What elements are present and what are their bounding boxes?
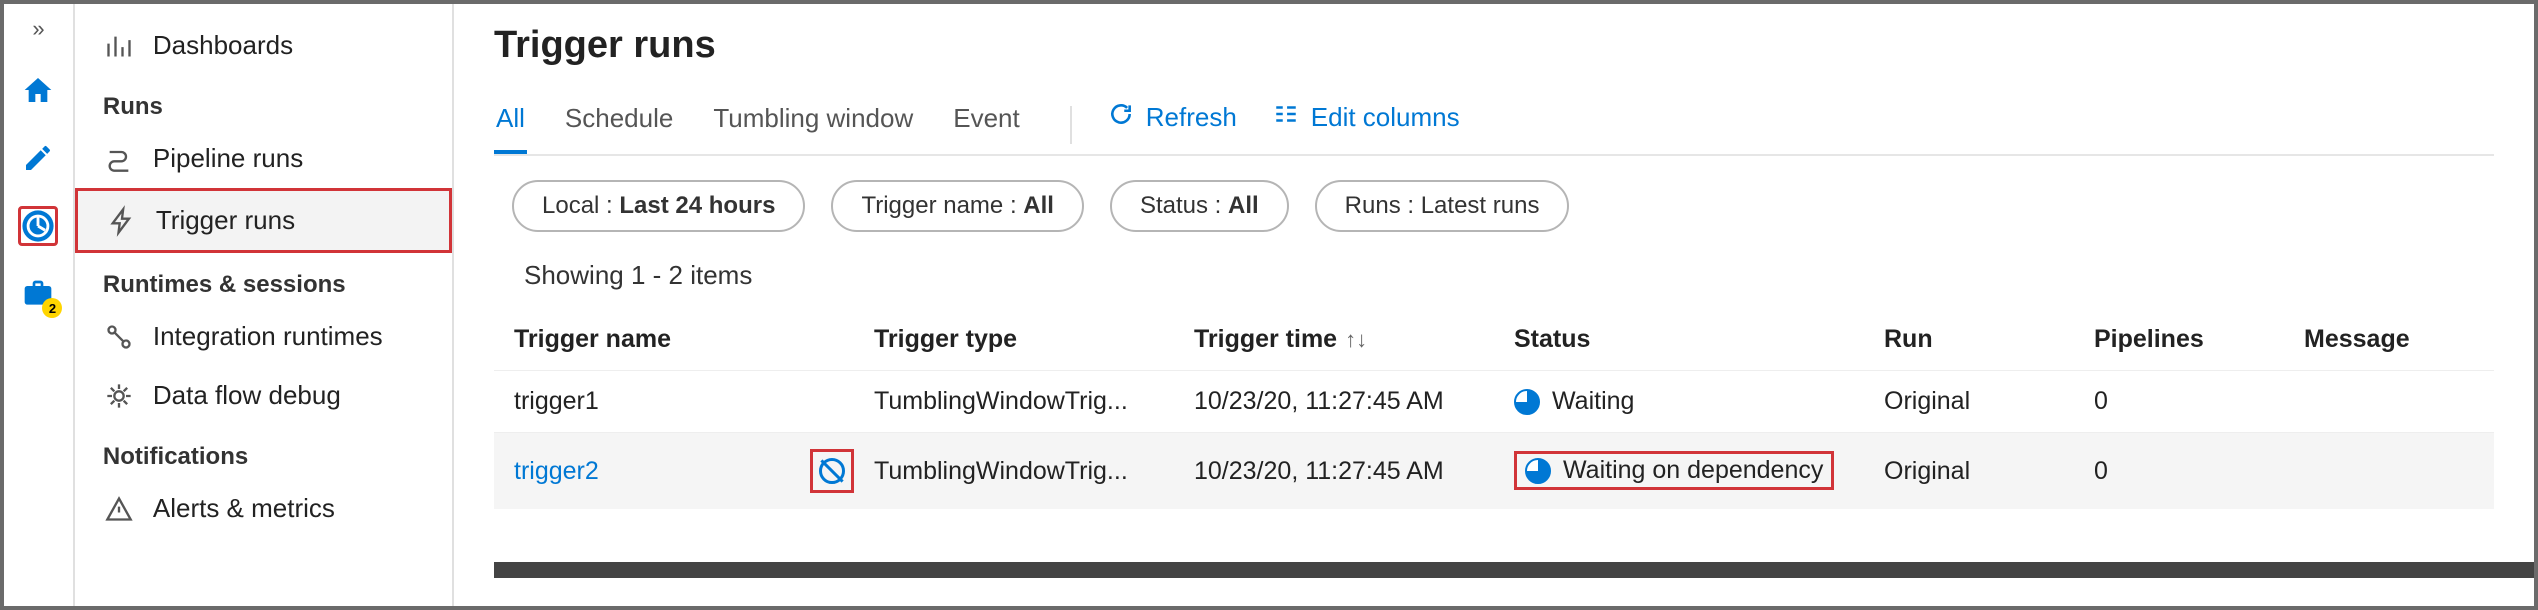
rail-toolbox-icon[interactable]: 2 (18, 274, 58, 314)
nav-data-flow-debug-label: Data flow debug (153, 380, 341, 411)
edit-columns-label: Edit columns (1311, 102, 1460, 133)
tab-event[interactable]: Event (951, 95, 1022, 154)
nav-notifications-header: Notifications (75, 425, 452, 479)
cell-trigger-time: 10/23/20, 11:27:45 AM (1194, 457, 1514, 486)
nav-integration-runtimes[interactable]: Integration runtimes (75, 307, 452, 366)
nav-alerts-metrics-label: Alerts & metrics (153, 493, 335, 524)
cell-trigger-time: 10/23/20, 11:27:45 AM (1194, 387, 1514, 416)
refresh-icon (1108, 101, 1134, 134)
cell-run: Original (1884, 457, 2094, 486)
refresh-button[interactable]: Refresh (1108, 101, 1237, 148)
integration-runtimes-icon (103, 323, 135, 351)
col-trigger-type[interactable]: Trigger type (874, 325, 1194, 354)
tab-schedule[interactable]: Schedule (563, 95, 675, 154)
cell-trigger-type: TumblingWindowTrig... (874, 457, 1194, 486)
horizontal-scrollbar[interactable] (494, 562, 2534, 578)
cell-pipelines: 0 (2094, 457, 2304, 486)
showing-count: Showing 1 - 2 items (494, 260, 2494, 291)
icon-rail: » 2 (4, 4, 75, 606)
col-pipelines[interactable]: Pipelines (2094, 325, 2304, 354)
filter-local[interactable]: Local : Last 24 hours (512, 180, 805, 232)
cell-status: Waiting on dependency (1514, 451, 1884, 491)
nav-integration-runtimes-label: Integration runtimes (153, 321, 383, 352)
rail-badge: 2 (42, 298, 62, 318)
edit-columns-icon (1273, 101, 1299, 134)
data-flow-debug-icon (103, 382, 135, 410)
col-status[interactable]: Status (1514, 325, 1884, 354)
sort-icon: ↑↓ (1345, 327, 1367, 352)
dashboards-icon (103, 32, 135, 60)
nav-data-flow-debug[interactable]: Data flow debug (75, 366, 452, 425)
rail-pencil-icon[interactable] (18, 138, 58, 178)
cell-trigger-type: TumblingWindowTrig... (874, 387, 1194, 416)
main-content: Trigger runs All Schedule Tumbling windo… (454, 4, 2534, 606)
side-nav: Dashboards Runs Pipeline runs Trigger ru… (75, 4, 454, 606)
trigger-runs-icon (106, 207, 138, 235)
toolbar: All Schedule Tumbling window Event Refre… (494, 95, 2494, 156)
tab-tumbling-window[interactable]: Tumbling window (711, 95, 915, 154)
col-run[interactable]: Run (1884, 325, 2094, 354)
cell-pipelines: 0 (2094, 387, 2304, 416)
pipeline-runs-icon (103, 145, 135, 173)
nav-pipeline-runs-label: Pipeline runs (153, 143, 303, 174)
nav-runs-header: Runs (75, 75, 452, 129)
results-grid: Trigger name Trigger type Trigger time↑↓… (494, 309, 2494, 509)
grid-header: Trigger name Trigger type Trigger time↑↓… (494, 309, 2494, 370)
waiting-icon (1514, 389, 1540, 415)
refresh-label: Refresh (1146, 102, 1237, 133)
edit-columns-button[interactable]: Edit columns (1273, 101, 1460, 148)
cell-status: Waiting (1514, 387, 1884, 416)
nav-pipeline-runs[interactable]: Pipeline runs (75, 129, 452, 188)
table-row[interactable]: trigger1 TumblingWindowTrig... 10/23/20,… (494, 370, 2494, 432)
rail-home-icon[interactable] (18, 70, 58, 110)
cancel-run-button[interactable] (810, 449, 854, 493)
filter-trigger-name[interactable]: Trigger name : All (831, 180, 1084, 232)
nav-dashboards[interactable]: Dashboards (75, 16, 452, 75)
cancel-icon (819, 458, 845, 484)
filter-bar: Local : Last 24 hours Trigger name : All… (494, 180, 2494, 232)
nav-trigger-runs[interactable]: Trigger runs (75, 188, 452, 253)
nav-alerts-metrics[interactable]: Alerts & metrics (75, 479, 452, 538)
cell-trigger-name: trigger1 (514, 387, 599, 416)
col-trigger-time[interactable]: Trigger time↑↓ (1194, 325, 1514, 354)
rail-monitor-icon[interactable] (18, 206, 58, 246)
tabs: All Schedule Tumbling window Event (494, 95, 1022, 154)
waiting-icon (1525, 458, 1551, 484)
table-row[interactable]: trigger2 TumblingWindowTrig... 10/23/20,… (494, 432, 2494, 509)
collapse-rail-icon[interactable]: » (32, 16, 44, 42)
page-title: Trigger runs (494, 24, 2494, 67)
cell-run: Original (1884, 387, 2094, 416)
cell-trigger-name[interactable]: trigger2 (514, 457, 599, 486)
filter-status[interactable]: Status : All (1110, 180, 1289, 232)
col-trigger-name[interactable]: Trigger name (514, 325, 874, 354)
nav-dashboards-label: Dashboards (153, 30, 293, 61)
nav-runtimes-header: Runtimes & sessions (75, 253, 452, 307)
tab-all[interactable]: All (494, 95, 527, 154)
alerts-icon (103, 495, 135, 523)
col-message[interactable]: Message (2304, 325, 2474, 354)
filter-runs[interactable]: Runs : Latest runs (1315, 180, 1570, 232)
toolbar-separator (1070, 106, 1072, 144)
nav-trigger-runs-label: Trigger runs (156, 205, 295, 236)
